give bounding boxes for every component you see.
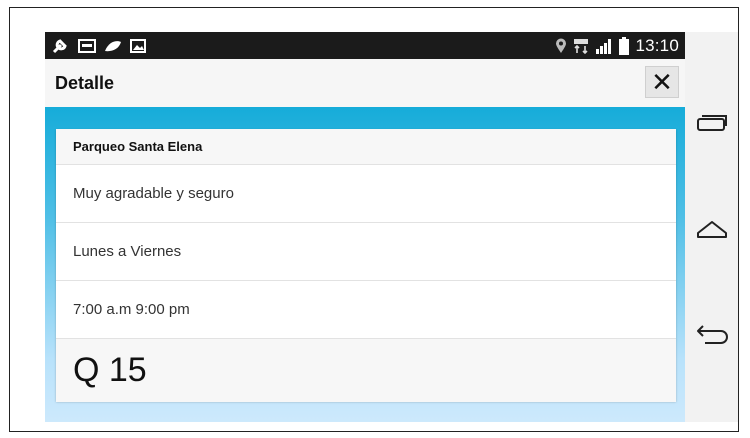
parking-hours: 7:00 a.m 9:00 pm	[56, 281, 676, 339]
image-icon	[130, 38, 146, 53]
signal-icon	[595, 38, 613, 54]
location-icon	[555, 38, 567, 54]
qslide-icon	[78, 38, 96, 53]
parking-name: Parqueo Santa Elena	[56, 129, 676, 165]
app-bar: Detalle ✕	[45, 59, 685, 107]
content-area: Parqueo Santa Elena Muy agradable y segu…	[45, 107, 685, 422]
page-title: Detalle	[55, 72, 115, 93]
parking-days: Lunes a Viernes	[56, 223, 676, 281]
parking-detail-card: Parqueo Santa Elena Muy agradable y segu…	[56, 129, 676, 402]
status-time: 13:10	[635, 35, 679, 55]
phone-screen: 13:10 Detalle ✕ Parqueo Santa Elena Muy …	[45, 32, 685, 422]
wrench-icon	[52, 38, 70, 54]
home-button[interactable]	[695, 217, 729, 241]
home-icon	[695, 219, 729, 239]
parking-price: Q 15	[56, 339, 676, 402]
close-button[interactable]: ✕	[645, 66, 679, 98]
recent-apps-button[interactable]	[695, 110, 729, 134]
navigation-bar	[685, 32, 738, 422]
battery-icon	[619, 36, 630, 55]
data-icon	[573, 38, 589, 54]
status-bar: 13:10	[45, 32, 685, 59]
leaf-icon	[104, 39, 122, 53]
parking-description: Muy agradable y seguro	[56, 165, 676, 223]
back-icon	[695, 322, 729, 344]
back-button[interactable]	[695, 321, 729, 345]
recent-apps-icon	[696, 112, 728, 132]
close-icon: ✕	[651, 66, 673, 97]
